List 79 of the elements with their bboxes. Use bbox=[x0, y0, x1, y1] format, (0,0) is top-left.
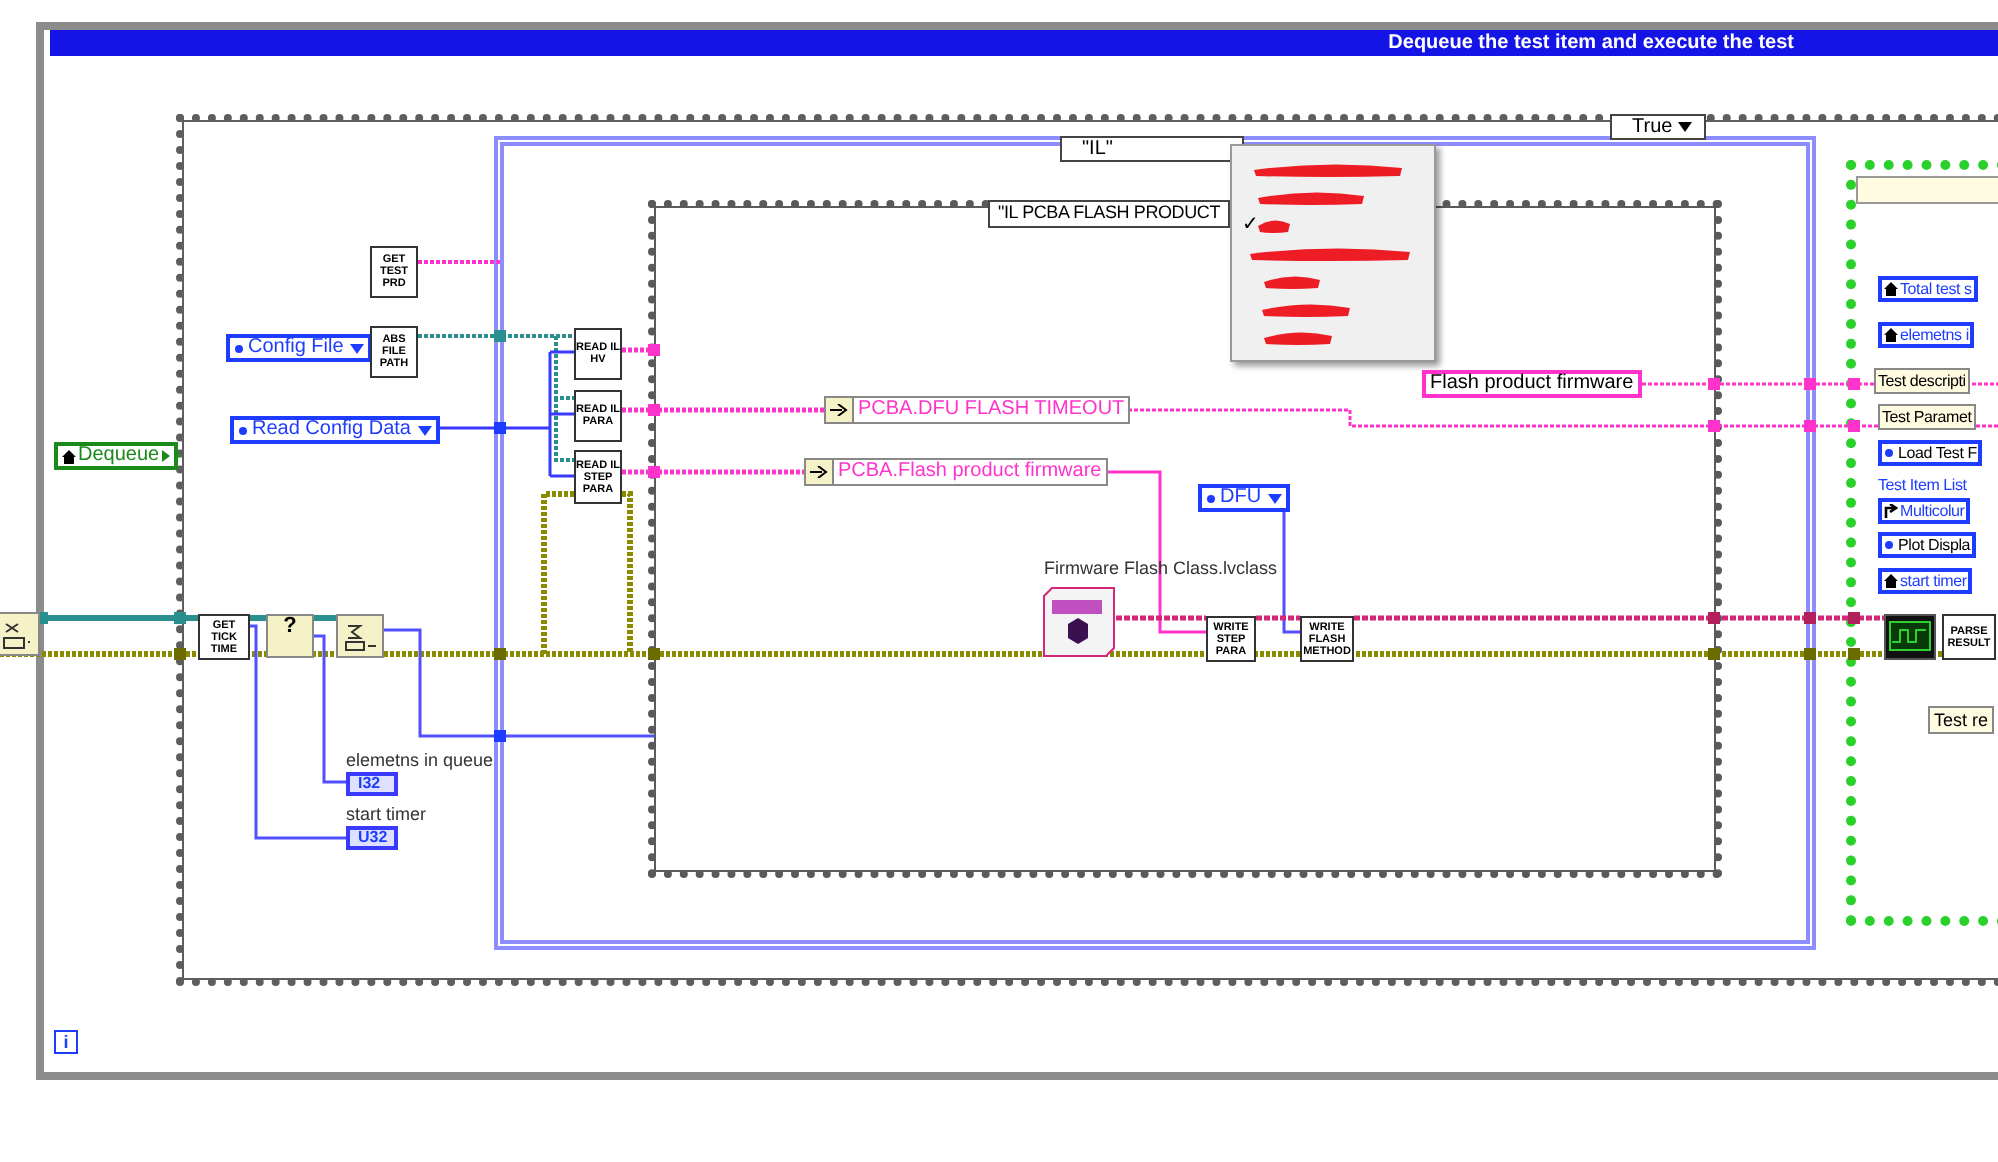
tunnel bbox=[1804, 612, 1816, 624]
bundle-element: Test descripti bbox=[1874, 368, 1970, 394]
enum-constant[interactable]: DFU bbox=[1198, 484, 1290, 512]
reference-terminal: Multicolur bbox=[1878, 498, 1971, 524]
tunnel bbox=[1804, 420, 1816, 432]
numeric-indicator: U32 bbox=[346, 826, 398, 850]
tunnel bbox=[494, 422, 506, 434]
tunnel bbox=[494, 330, 506, 342]
queue-node[interactable] bbox=[0, 612, 40, 656]
tunnel bbox=[1848, 378, 1860, 390]
class-cube-icon bbox=[1042, 586, 1116, 658]
check-mark: ✓ bbox=[1242, 214, 1258, 238]
triangle-icon bbox=[161, 450, 170, 462]
local-variable: start timer bbox=[1878, 568, 1973, 594]
string-constant: Flash product firmware bbox=[1422, 370, 1642, 398]
house-icon bbox=[1884, 328, 1898, 342]
case-selector[interactable]: "IL PCBA FLASH PRODUCT bbox=[988, 200, 1230, 228]
tunnel bbox=[1848, 648, 1860, 660]
unbundle-element: PCBA.Flash product firmware bbox=[836, 460, 1104, 484]
local-variable: elemetns i bbox=[1878, 322, 1975, 348]
tunnel bbox=[1804, 378, 1816, 390]
tunnel bbox=[494, 730, 506, 742]
redaction-mark bbox=[1256, 186, 1366, 208]
tunnel bbox=[1848, 420, 1860, 432]
tunnel bbox=[1708, 378, 1720, 390]
waveform-graph-icon bbox=[1884, 614, 1936, 660]
tunnel bbox=[1708, 420, 1720, 432]
menu-item[interactable]: ✓ bbox=[1232, 212, 1434, 240]
dot-icon bbox=[1884, 448, 1894, 458]
tunnel bbox=[174, 648, 186, 660]
dot-icon bbox=[234, 343, 244, 353]
tunnel bbox=[174, 612, 186, 624]
queue-icon bbox=[2, 620, 30, 650]
dequeue-node[interactable] bbox=[336, 614, 384, 658]
local-variable: Dequeue bbox=[54, 442, 178, 470]
dot-icon bbox=[1206, 493, 1216, 503]
tunnel bbox=[1708, 648, 1720, 660]
caret-icon bbox=[349, 343, 364, 353]
tunnel bbox=[1804, 648, 1816, 660]
tunnel bbox=[1708, 612, 1720, 624]
local-variable: Total test s bbox=[1878, 276, 1978, 302]
property-terminal: Load Test F bbox=[1878, 440, 1983, 466]
property-terminal: Plot Displa bbox=[1878, 532, 1977, 558]
tunnel bbox=[1848, 612, 1860, 624]
caret-icon bbox=[1267, 493, 1282, 503]
result-label: Test re bbox=[1928, 706, 1995, 734]
redaction-mark bbox=[1260, 298, 1352, 320]
tunnel bbox=[494, 648, 506, 660]
caret-icon bbox=[1678, 122, 1693, 132]
hourglass-queue-icon bbox=[344, 622, 378, 652]
frame-header-bar bbox=[1856, 176, 1998, 204]
wire bbox=[418, 260, 500, 264]
redaction-mark bbox=[1256, 214, 1292, 236]
terminal-label: Test Item List bbox=[1878, 476, 1967, 494]
iteration-terminal: i bbox=[54, 1030, 78, 1054]
case-selector[interactable]: True bbox=[1610, 114, 1706, 140]
redaction-mark bbox=[1262, 270, 1322, 292]
caret-icon bbox=[417, 425, 431, 435]
enum-constant[interactable]: Read Config Data bbox=[230, 416, 439, 444]
tunnel bbox=[648, 344, 660, 356]
house-icon bbox=[62, 449, 76, 463]
tunnel bbox=[648, 404, 660, 416]
enum-constant[interactable]: Config File bbox=[226, 334, 372, 362]
redaction-mark bbox=[1262, 326, 1334, 348]
dot-icon bbox=[1884, 540, 1894, 550]
tunnel bbox=[648, 466, 660, 478]
queue-status-node[interactable]: ? bbox=[266, 614, 314, 658]
unbundle-element: PCBA.DFU FLASH TIMEOUT bbox=[856, 398, 1127, 422]
indicator-label: elemetns in queue bbox=[346, 750, 494, 770]
tunnel bbox=[648, 648, 660, 660]
indicator-label: start timer bbox=[346, 804, 427, 824]
numeric-indicator: I32 bbox=[346, 772, 398, 796]
case-selector[interactable]: "IL" bbox=[1060, 136, 1244, 162]
dot-icon bbox=[238, 425, 248, 435]
house-icon bbox=[1884, 574, 1898, 588]
arrow-icon bbox=[1884, 504, 1898, 518]
diagram-title: Dequeue the test item and execute the test bbox=[50, 30, 1998, 56]
bundle-element: Test Paramet bbox=[1878, 404, 1976, 430]
house-icon bbox=[1884, 282, 1898, 296]
